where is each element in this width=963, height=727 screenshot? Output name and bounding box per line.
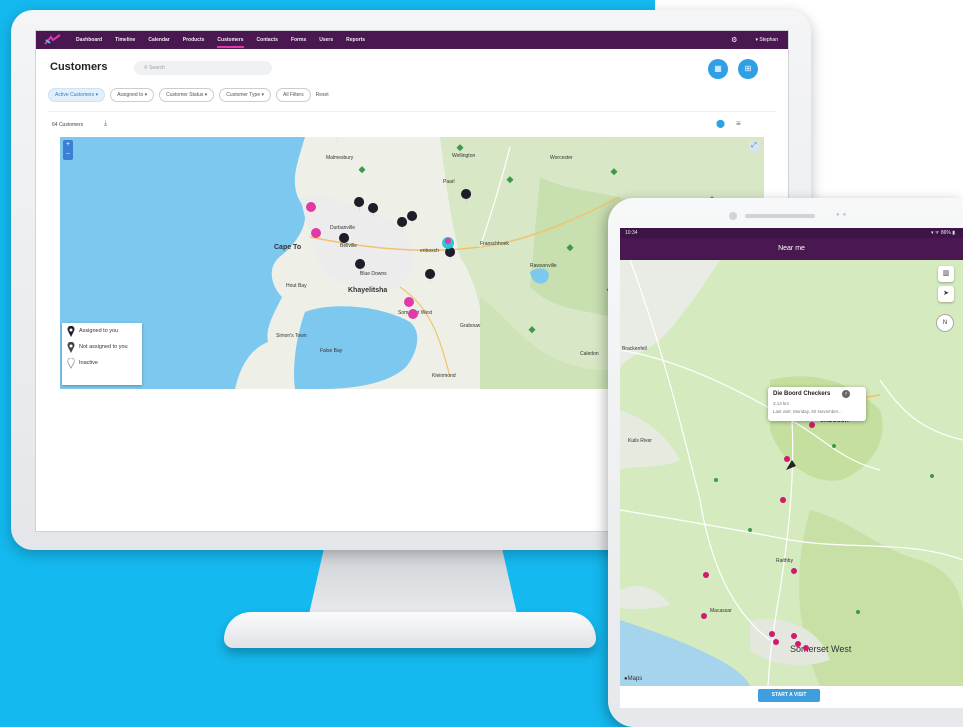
building-icon: ⊞	[744, 64, 752, 73]
filter-all-filters[interactable]: All Filters	[276, 88, 311, 102]
app-logo[interactable]	[44, 34, 62, 46]
nav-users[interactable]: Users	[319, 32, 333, 48]
label-bellville: Bellville	[340, 243, 357, 249]
label-kuils-river: Kuils River	[628, 438, 652, 444]
status-bar: 10:34 ▾ ᯤ 86% ▮	[620, 228, 963, 238]
monitor-stand-base	[224, 612, 596, 648]
maps-attribution: ●Maps	[624, 676, 643, 682]
legend-inactive: Inactive	[62, 355, 142, 371]
download-icon[interactable]: ⤓	[104, 120, 107, 128]
nav-dashboard[interactable]: Dashboard	[76, 32, 102, 48]
pin-dark-icon	[67, 325, 75, 337]
nav-products[interactable]: Products	[183, 32, 205, 48]
label-macassar: Macassar	[710, 608, 732, 614]
zoom-out-button[interactable]: −	[63, 150, 73, 160]
label-brackenfell: Brackenfell	[622, 346, 647, 352]
zoom-controls[interactable]: + −	[63, 140, 73, 160]
nav-contacts[interactable]: Contacts	[257, 32, 278, 48]
label-stellenbosch: enbosch	[420, 248, 439, 254]
label-kleinmond: Kleinmond	[432, 373, 456, 379]
filter-active-customers[interactable]: Active Customers ▾	[48, 88, 106, 102]
add-customer-button[interactable]: ⊞	[738, 59, 758, 79]
map-legend: Assigned to you Not assigned to you Inac…	[62, 323, 142, 385]
tablet-screen: 10:34 ▾ ᯤ 86% ▮ Near me Brackenfell Kuil…	[620, 228, 963, 708]
label-grabouw: Grabouw	[460, 323, 481, 329]
legend-not-assigned-label: Not assigned to you	[79, 344, 128, 350]
map-layers-icon: ▥	[942, 270, 950, 277]
label-caledon: Caledon	[580, 351, 599, 357]
page-title: Customers	[50, 61, 108, 73]
calendar-button[interactable]: ▦	[708, 59, 728, 79]
popup-title: Die Boord Checkers	[773, 391, 831, 397]
popup-last-visit: Last visit: Monday, 20 November...	[773, 409, 842, 414]
compass-button[interactable]: N	[936, 314, 954, 332]
label-durbanville: Durbanville	[330, 225, 355, 231]
label-franschhoek: Franschhoek	[480, 241, 509, 247]
reset-link[interactable]: Reset	[316, 92, 329, 98]
list-view-icon[interactable]: ≡	[736, 119, 741, 128]
sensor-dots: ●●	[836, 212, 850, 218]
map-view-icon[interactable]: ⬤	[716, 119, 725, 128]
locate-me-button[interactable]: ➤	[938, 286, 954, 302]
nav-customers[interactable]: Customers	[217, 32, 244, 48]
nav-right: ⚙ ▾ Stephan	[731, 36, 778, 44]
label-paarl: Paarl	[443, 179, 455, 185]
label-rawsonville: Rawsonville	[530, 263, 557, 269]
legend-inactive-label: Inactive	[79, 360, 98, 366]
legend-not-assigned: Not assigned to you	[62, 339, 142, 355]
label-false-bay: False Bay	[320, 348, 343, 354]
compass-icon: N	[942, 320, 948, 326]
pin-grey-icon	[67, 341, 75, 353]
near-me-map[interactable]: Brackenfell Kuils River enbosch Raithby …	[620, 260, 963, 686]
label-raithby: Raithby	[776, 558, 793, 564]
nav-reports[interactable]: Reports	[346, 32, 365, 48]
label-worcester: Worcester	[550, 155, 573, 161]
user-name: Stephan	[759, 37, 778, 43]
status-time: 10:34	[625, 230, 638, 236]
label-khayelitsha: Khayelitsha	[348, 287, 387, 294]
nav-forms[interactable]: Forms	[291, 32, 306, 48]
search-icon: ⚲	[144, 65, 148, 71]
tablet-device: ●● 10:34 ▾ ᯤ 86% ▮ Near me Brackenfell K…	[608, 198, 963, 727]
camera-icon	[729, 212, 737, 220]
popup-distance: 3.14 km	[773, 401, 790, 406]
start-visit-button[interactable]: START A VISIT	[758, 689, 820, 702]
filter-customer-status[interactable]: Customer Status ▾	[159, 88, 215, 102]
location-arrow-icon: ➤	[943, 290, 949, 297]
user-menu[interactable]: ▾ Stephan	[755, 37, 778, 43]
search-placeholder: Search	[149, 65, 165, 71]
legend-assigned-label: Assigned to you	[79, 328, 119, 334]
label-malmesbury: Malmesbury	[326, 155, 354, 161]
search-input[interactable]: ⚲ Search	[134, 61, 272, 75]
filter-assigned-to[interactable]: Assigned to ▾	[110, 88, 155, 102]
label-blue-downs: Blue Downs	[360, 271, 387, 277]
legend-assigned: Assigned to you	[62, 323, 142, 339]
customer-count: 64 Customers	[52, 122, 84, 128]
label-hout-bay: Hout Bay	[286, 283, 307, 289]
info-icon[interactable]: ›	[842, 390, 850, 398]
top-navbar: Dashboard Timeline Calendar Products Cus…	[36, 31, 788, 49]
filter-bar: Active Customers ▾ Assigned to ▾ Custome…	[48, 88, 329, 102]
label-cape-town: Cape To	[274, 244, 301, 251]
tablet-title: Near me	[620, 238, 963, 260]
nav-calendar[interactable]: Calendar	[148, 32, 169, 48]
gear-icon[interactable]: ⚙	[731, 36, 737, 44]
label-wellington: Wellington	[452, 153, 475, 159]
filter-customer-type[interactable]: Customer Type ▾	[219, 88, 272, 102]
fullscreen-button[interactable]: ⤢	[749, 141, 759, 151]
nav-timeline[interactable]: Timeline	[115, 32, 135, 48]
tablet-footer: START A VISIT	[620, 686, 963, 708]
label-simons-town: Simon's Town	[276, 333, 307, 339]
customer-popup[interactable]: Die Boord Checkers › 3.14 km Last visit:…	[768, 387, 866, 421]
zoom-in-button[interactable]: +	[63, 140, 73, 150]
speaker-grille	[745, 214, 815, 218]
pin-outline-icon	[67, 357, 75, 369]
divider	[48, 111, 776, 112]
status-icons: ▾ ᯤ 86% ▮	[930, 230, 955, 236]
map-layers-button[interactable]: ▥	[938, 266, 954, 282]
calendar-icon: ▦	[714, 64, 722, 73]
